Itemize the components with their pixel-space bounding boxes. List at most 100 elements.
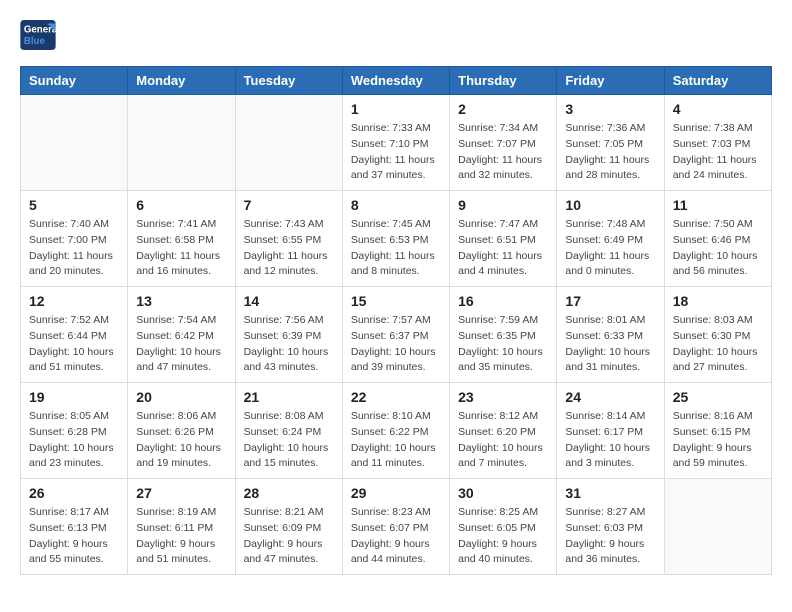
- calendar-cell: 19 Sunrise: 8:05 AM Sunset: 6:28 PM Dayli…: [21, 383, 128, 479]
- calendar-cell: 16 Sunrise: 7:59 AM Sunset: 6:35 PM Dayli…: [450, 287, 557, 383]
- calendar-cell: 30 Sunrise: 8:25 AM Sunset: 6:05 PM Dayli…: [450, 479, 557, 575]
- day-number: 3: [565, 101, 655, 117]
- calendar-cell: 9 Sunrise: 7:47 AM Sunset: 6:51 PM Daylig…: [450, 191, 557, 287]
- week-row-2: 5 Sunrise: 7:40 AM Sunset: 7:00 PM Daylig…: [21, 191, 772, 287]
- day-number: 31: [565, 485, 655, 501]
- day-info: Sunrise: 7:43 AM Sunset: 6:55 PM Dayligh…: [244, 217, 334, 280]
- day-info: Sunrise: 7:59 AM Sunset: 6:35 PM Dayligh…: [458, 313, 548, 376]
- day-number: 16: [458, 293, 548, 309]
- day-number: 23: [458, 389, 548, 405]
- calendar-cell: 3 Sunrise: 7:36 AM Sunset: 7:05 PM Daylig…: [557, 95, 664, 191]
- day-info: Sunrise: 8:21 AM Sunset: 6:09 PM Dayligh…: [244, 505, 334, 568]
- weekday-header-monday: Monday: [128, 67, 235, 95]
- calendar-cell: 6Sunrise: 7:41 AM Sunset: 6:58 PM Daylig…: [128, 191, 235, 287]
- day-info: Sunrise: 7:38 AM Sunset: 7:03 PM Dayligh…: [673, 121, 763, 184]
- day-number: 5: [29, 197, 119, 213]
- week-row-5: 26 Sunrise: 8:17 AM Sunset: 6:13 PM Dayli…: [21, 479, 772, 575]
- day-number: 18: [673, 293, 763, 309]
- day-number: 17: [565, 293, 655, 309]
- calendar-cell: [21, 95, 128, 191]
- logo-icon: General Blue: [20, 20, 56, 50]
- svg-text:Blue: Blue: [24, 36, 46, 47]
- calendar-cell: 12 Sunrise: 7:52 AM Sunset: 6:44 PM Dayli…: [21, 287, 128, 383]
- day-info: Sunrise: 8:27 AM Sunset: 6:03 PM Dayligh…: [565, 505, 655, 568]
- day-info: Sunrise: 8:16 AM Sunset: 6:15 PM Dayligh…: [673, 409, 763, 472]
- day-number: 12: [29, 293, 119, 309]
- calendar-cell: 20Sunrise: 8:06 AM Sunset: 6:26 PM Dayli…: [128, 383, 235, 479]
- day-number: 28: [244, 485, 334, 501]
- day-info: Sunrise: 7:54 AM Sunset: 6:42 PM Dayligh…: [136, 313, 226, 376]
- day-info: Sunrise: 7:34 AM Sunset: 7:07 PM Dayligh…: [458, 121, 548, 184]
- calendar-cell: 25Sunrise: 8:16 AM Sunset: 6:15 PM Dayli…: [664, 383, 771, 479]
- day-info: Sunrise: 8:25 AM Sunset: 6:05 PM Dayligh…: [458, 505, 548, 568]
- calendar-cell: 15 Sunrise: 7:57 AM Sunset: 6:37 PM Dayli…: [342, 287, 449, 383]
- day-number: 20: [136, 389, 226, 405]
- day-number: 19: [29, 389, 119, 405]
- day-number: 22: [351, 389, 441, 405]
- day-info: Sunrise: 8:05 AM Sunset: 6:28 PM Dayligh…: [29, 409, 119, 472]
- day-info: Sunrise: 7:36 AM Sunset: 7:05 PM Dayligh…: [565, 121, 655, 184]
- calendar-cell: 26 Sunrise: 8:17 AM Sunset: 6:13 PM Dayli…: [21, 479, 128, 575]
- day-number: 26: [29, 485, 119, 501]
- day-info: Sunrise: 7:50 AM Sunset: 6:46 PM Dayligh…: [673, 217, 763, 280]
- calendar-cell: 22 Sunrise: 8:10 AM Sunset: 6:22 PM Dayli…: [342, 383, 449, 479]
- day-info: Sunrise: 8:01 AM Sunset: 6:33 PM Dayligh…: [565, 313, 655, 376]
- day-info: Sunrise: 7:33 AM Sunset: 7:10 PM Dayligh…: [351, 121, 441, 184]
- day-info: Sunrise: 8:12 AM Sunset: 6:20 PM Dayligh…: [458, 409, 548, 472]
- calendar-cell: 18 Sunrise: 8:03 AM Sunset: 6:30 PM Dayli…: [664, 287, 771, 383]
- day-number: 14: [244, 293, 334, 309]
- calendar-cell: 2 Sunrise: 7:34 AM Sunset: 7:07 PM Daylig…: [450, 95, 557, 191]
- calendar-cell: 10Sunrise: 7:48 AM Sunset: 6:49 PM Dayli…: [557, 191, 664, 287]
- day-number: 7: [244, 197, 334, 213]
- day-info: Sunrise: 7:45 AM Sunset: 6:53 PM Dayligh…: [351, 217, 441, 280]
- day-number: 2: [458, 101, 548, 117]
- calendar-cell: 24 Sunrise: 8:14 AM Sunset: 6:17 PM Dayli…: [557, 383, 664, 479]
- weekday-header-saturday: Saturday: [664, 67, 771, 95]
- day-number: 24: [565, 389, 655, 405]
- day-number: 30: [458, 485, 548, 501]
- day-info: Sunrise: 7:57 AM Sunset: 6:37 PM Dayligh…: [351, 313, 441, 376]
- calendar-cell: 29 Sunrise: 8:23 AM Sunset: 6:07 PM Dayli…: [342, 479, 449, 575]
- logo: General Blue: [20, 20, 56, 50]
- day-info: Sunrise: 7:40 AM Sunset: 7:00 PM Dayligh…: [29, 217, 119, 280]
- day-number: 10: [565, 197, 655, 213]
- weekday-header-thursday: Thursday: [450, 67, 557, 95]
- weekday-header-row: SundayMondayTuesdayWednesdayThursdayFrid…: [21, 67, 772, 95]
- calendar-table: SundayMondayTuesdayWednesdayThursdayFrid…: [20, 66, 772, 575]
- day-info: Sunrise: 8:03 AM Sunset: 6:30 PM Dayligh…: [673, 313, 763, 376]
- day-number: 15: [351, 293, 441, 309]
- calendar-cell: 4 Sunrise: 7:38 AM Sunset: 7:03 PM Daylig…: [664, 95, 771, 191]
- day-info: Sunrise: 7:56 AM Sunset: 6:39 PM Dayligh…: [244, 313, 334, 376]
- calendar-cell: [664, 479, 771, 575]
- week-row-4: 19 Sunrise: 8:05 AM Sunset: 6:28 PM Dayli…: [21, 383, 772, 479]
- day-number: 6: [136, 197, 226, 213]
- week-row-1: 1Sunrise: 7:33 AM Sunset: 7:10 PM Daylig…: [21, 95, 772, 191]
- calendar-cell: 21Sunrise: 8:08 AM Sunset: 6:24 PM Dayli…: [235, 383, 342, 479]
- day-number: 11: [673, 197, 763, 213]
- day-info: Sunrise: 7:52 AM Sunset: 6:44 PM Dayligh…: [29, 313, 119, 376]
- day-info: Sunrise: 8:14 AM Sunset: 6:17 PM Dayligh…: [565, 409, 655, 472]
- calendar-cell: 11 Sunrise: 7:50 AM Sunset: 6:46 PM Dayli…: [664, 191, 771, 287]
- calendar-cell: 17 Sunrise: 8:01 AM Sunset: 6:33 PM Dayli…: [557, 287, 664, 383]
- calendar-cell: 31 Sunrise: 8:27 AM Sunset: 6:03 PM Dayli…: [557, 479, 664, 575]
- day-info: Sunrise: 8:17 AM Sunset: 6:13 PM Dayligh…: [29, 505, 119, 568]
- calendar-cell: 5 Sunrise: 7:40 AM Sunset: 7:00 PM Daylig…: [21, 191, 128, 287]
- weekday-header-wednesday: Wednesday: [342, 67, 449, 95]
- weekday-header-sunday: Sunday: [21, 67, 128, 95]
- day-number: 13: [136, 293, 226, 309]
- week-row-3: 12 Sunrise: 7:52 AM Sunset: 6:44 PM Dayli…: [21, 287, 772, 383]
- day-number: 27: [136, 485, 226, 501]
- day-info: Sunrise: 8:10 AM Sunset: 6:22 PM Dayligh…: [351, 409, 441, 472]
- day-number: 29: [351, 485, 441, 501]
- calendar-cell: 13 Sunrise: 7:54 AM Sunset: 6:42 PM Dayli…: [128, 287, 235, 383]
- day-number: 9: [458, 197, 548, 213]
- day-info: Sunrise: 7:47 AM Sunset: 6:51 PM Dayligh…: [458, 217, 548, 280]
- calendar-cell: 27Sunrise: 8:19 AM Sunset: 6:11 PM Dayli…: [128, 479, 235, 575]
- weekday-header-tuesday: Tuesday: [235, 67, 342, 95]
- day-info: Sunrise: 8:23 AM Sunset: 6:07 PM Dayligh…: [351, 505, 441, 568]
- day-number: 4: [673, 101, 763, 117]
- calendar-cell: [128, 95, 235, 191]
- calendar-cell: 23 Sunrise: 8:12 AM Sunset: 6:20 PM Dayli…: [450, 383, 557, 479]
- calendar-cell: 8Sunrise: 7:45 AM Sunset: 6:53 PM Daylig…: [342, 191, 449, 287]
- page-header: General Blue: [20, 20, 772, 50]
